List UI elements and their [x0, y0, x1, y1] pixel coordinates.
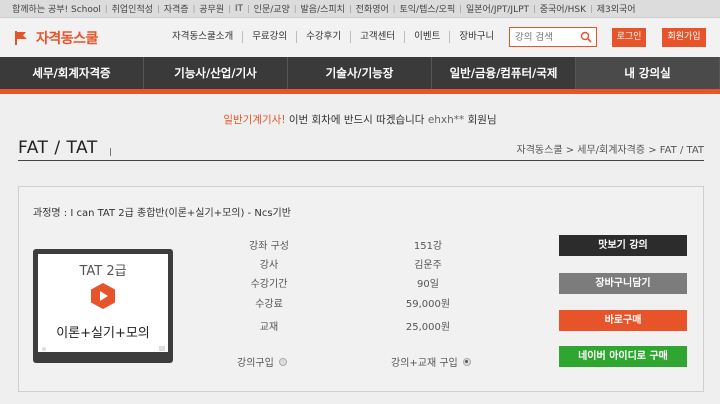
welcome-banner: 일반기계기사! 이번 회차에 반드시 따겠습니다 ehxh** 회원님 — [0, 112, 720, 127]
lecture-textbook-radio[interactable] — [462, 357, 471, 366]
header-nav: 자격동스쿨소개 무료강의 수강후기 고객센터 이벤트 장바구니 — [163, 31, 503, 43]
category-technician[interactable]: 기능사/산업/기사 — [144, 57, 288, 89]
course-name: 과정명 : I can TAT 2급 종합반(이론+실기+모의) - Ncs기반 — [33, 208, 291, 219]
option-lecture-label: 강의구입 — [237, 358, 274, 369]
preview-lecture-button[interactable]: 맛보기 강의 — [559, 235, 687, 256]
info-value: 25,000원 — [405, 322, 451, 333]
thumbnail-subtitle: 이론+실기+모의 — [56, 326, 150, 341]
topbar-item-japanese[interactable]: 일본어/JPT/JLPT — [462, 2, 533, 15]
topbar-item-job[interactable]: 취업인적성 — [108, 2, 157, 15]
logo-text: 자격동스쿨 — [36, 31, 98, 47]
info-label: 수강기간 — [250, 279, 288, 290]
option-lecture-textbook[interactable]: 강의+교재 구입 — [391, 354, 471, 369]
info-label: 강사 — [259, 260, 279, 271]
info-value: 59,000원 — [405, 299, 451, 310]
category-my-classroom[interactable]: 내 강의실 — [576, 57, 720, 89]
topbar-item-it[interactable]: IT — [231, 4, 247, 14]
topbar-item-speech[interactable]: 발음/스피치 — [297, 2, 349, 15]
topbar-item-intro[interactable]: 함께하는 공부! School — [8, 2, 105, 15]
accent-divider — [0, 89, 720, 94]
banner-suffix: 회원님 — [464, 114, 497, 126]
banner-goal: 일반기계기사! — [223, 114, 286, 126]
main-category-nav: 세무/회계자격증 기능사/산업/기사 기술사/기능장 일반/금융/컴퓨터/국제 … — [0, 57, 720, 89]
thumbnail-indicator — [159, 346, 165, 351]
option-lecture-only[interactable]: 강의구입 — [237, 354, 287, 369]
title-rule — [18, 160, 704, 161]
category-general-finance[interactable]: 일반/금융/컴퓨터/국제 — [432, 57, 576, 89]
school-link[interactable]: School — [71, 5, 101, 15]
topbar-item-toeic[interactable]: 토익/텝스/오픽 — [396, 2, 460, 15]
course-card: 과정명 : I can TAT 2급 종합반(이론+실기+모의) - Ncs기반… — [18, 186, 704, 392]
title-divider — [110, 148, 111, 156]
option-bundle-label: 강의+교재 구입 — [391, 358, 458, 369]
category-professional-engineer[interactable]: 기술사/기능장 — [288, 57, 432, 89]
site-logo[interactable]: 자격동스쿨 — [14, 28, 98, 48]
course-thumbnail[interactable]: TAT 2급 이론+실기+모의 — [33, 249, 173, 363]
nav-support[interactable]: 고객센터 — [351, 31, 406, 43]
info-value: 90일 — [417, 279, 439, 290]
topbar-intro-label: 함께하는 공부! — [12, 5, 72, 15]
topbar-item-foreign[interactable]: 제3외국어 — [593, 2, 640, 15]
search-icon[interactable] — [580, 31, 592, 43]
search-box — [509, 27, 597, 47]
page-title: FAT / TAT — [18, 138, 98, 158]
nav-reviews[interactable]: 수강후기 — [297, 31, 352, 43]
lecture-only-radio[interactable] — [278, 357, 287, 366]
info-label: 교재 — [259, 322, 279, 333]
topbar-item-chinese[interactable]: 중국어/HSK — [536, 2, 590, 15]
thumbnail-camera-dot — [42, 347, 46, 351]
nav-events[interactable]: 이벤트 — [405, 31, 451, 43]
info-label: 강좌 구성 — [249, 241, 289, 252]
category-tax-accounting[interactable]: 세무/회계자격증 — [0, 57, 144, 89]
login-button[interactable]: 로그인 — [612, 28, 646, 47]
join-button[interactable]: 회원가입 — [662, 28, 706, 47]
topbar-item-humanities[interactable]: 인문/교양 — [250, 2, 294, 15]
thumbnail-screen: TAT 2급 이론+실기+모의 — [38, 254, 168, 352]
topbar-item-phone-english[interactable]: 전화영어 — [352, 2, 393, 15]
nav-cart[interactable]: 장바구니 — [450, 31, 503, 43]
site-header: 자격동스쿨 자격동스쿨소개 무료강의 수강후기 고객센터 이벤트 장바구니 로그… — [0, 19, 720, 57]
nav-free-lectures[interactable]: 무료강의 — [243, 31, 298, 43]
topbar-item-civil[interactable]: 공무원 — [195, 2, 228, 15]
buy-now-button[interactable]: 바로구매 — [559, 310, 687, 331]
info-value: 151강 — [413, 241, 443, 252]
info-value: 김운주 — [414, 260, 442, 271]
thumbnail-title: TAT 2급 — [79, 264, 127, 279]
play-icon[interactable] — [91, 283, 115, 309]
info-label: 수강료 — [255, 299, 283, 310]
naver-buy-button[interactable]: 네이버 아이디로 구매 — [559, 346, 687, 367]
flag-icon — [14, 30, 32, 46]
breadcrumb[interactable]: 자격동스쿨 > 세무/회계자격증 > FAT / TAT — [517, 141, 704, 156]
top-utility-bar: 함께하는 공부! School | 취업인적성 | 자격증 | 공무원 | IT… — [0, 0, 720, 18]
banner-message: 이번 회차에 반드시 따겠습니다 — [285, 114, 428, 126]
search-input[interactable] — [515, 31, 577, 43]
nav-about[interactable]: 자격동스쿨소개 — [163, 31, 244, 43]
banner-username: ehxh** — [427, 114, 465, 126]
topbar-item-license[interactable]: 자격증 — [160, 2, 193, 15]
add-to-cart-button[interactable]: 장바구니담기 — [559, 273, 687, 294]
